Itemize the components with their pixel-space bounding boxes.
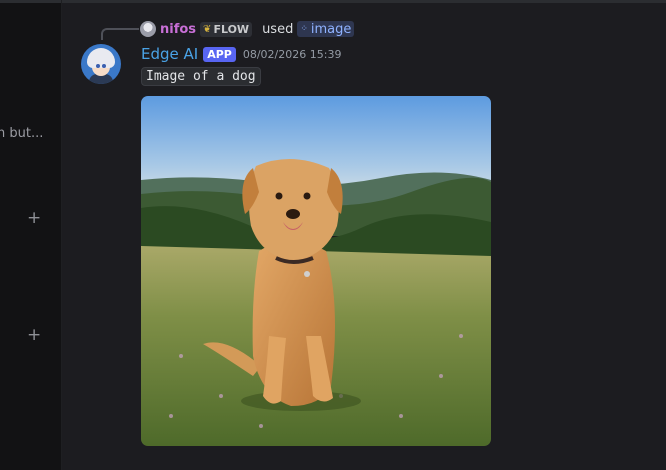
- reply-user-avatar[interactable]: [140, 21, 156, 37]
- dog-photo: [141, 96, 491, 446]
- avatar-eye: [102, 64, 106, 68]
- image-attachment[interactable]: [141, 96, 491, 446]
- message-header: Edge AI APP 08/02/2026 15:39: [141, 44, 341, 64]
- reply-username[interactable]: nifos: [160, 22, 196, 37]
- top-divider: [62, 0, 666, 3]
- message-timestamp: 08/02/2026 15:39: [242, 47, 342, 61]
- sidebar-truncated-item[interactable]: h but...: [0, 126, 43, 141]
- command-name: image: [310, 21, 352, 37]
- avatar-eye: [96, 64, 100, 68]
- command-reply-header: nifos ❦ FLOW used ⁘ image: [140, 20, 355, 38]
- sidebar-top-divider: [0, 0, 61, 3]
- leaf-icon: ❦: [203, 23, 212, 35]
- used-text: used: [262, 21, 294, 37]
- bot-avatar[interactable]: [81, 44, 121, 84]
- server-tag[interactable]: ❦ FLOW: [200, 21, 253, 37]
- server-tag-label: FLOW: [213, 22, 250, 36]
- slash-command-chip[interactable]: ⁘ image: [297, 21, 355, 37]
- channel-sidebar: h but... + +: [0, 0, 62, 470]
- add-plus-icon-2[interactable]: +: [27, 327, 41, 344]
- avatar-hair: [87, 48, 115, 68]
- author-name[interactable]: Edge AI: [141, 45, 198, 63]
- reply-spine: [101, 28, 139, 40]
- message-content-code: Image of a dog: [141, 67, 261, 86]
- grid-icon: ⁘: [300, 24, 308, 34]
- app-badge: APP: [203, 46, 236, 62]
- add-plus-icon[interactable]: +: [27, 210, 41, 227]
